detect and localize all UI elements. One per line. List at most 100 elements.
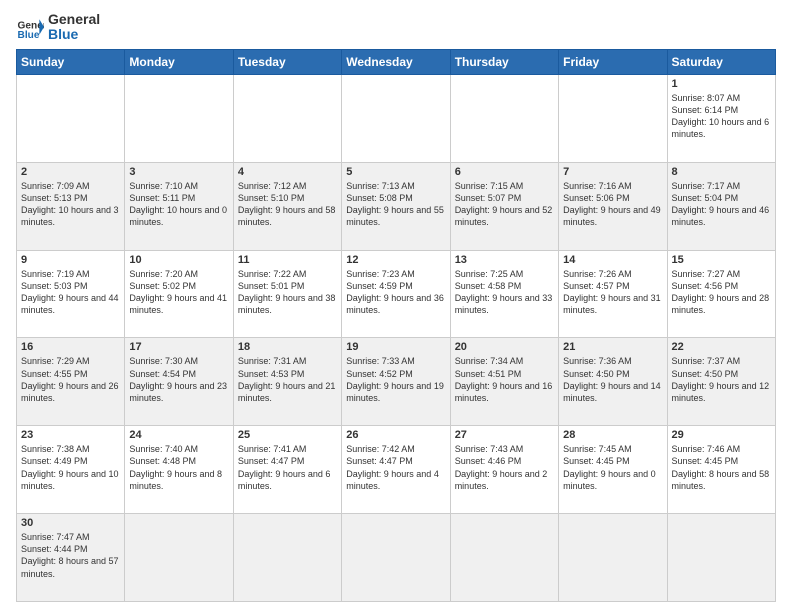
calendar-cell: 13 Sunrise: 7:25 AM Sunset: 4:58 PM Dayli… xyxy=(450,250,558,338)
calendar-week-3: 9 Sunrise: 7:19 AM Sunset: 5:03 PM Daylig… xyxy=(17,250,776,338)
calendar-cell: 15 Sunrise: 7:27 AM Sunset: 4:56 PM Dayli… xyxy=(667,250,775,338)
calendar-table: SundayMondayTuesdayWednesdayThursdayFrid… xyxy=(16,49,776,602)
day-number: 15 xyxy=(672,254,771,266)
logo: General Blue General Blue xyxy=(16,12,100,43)
weekday-header-row: SundayMondayTuesdayWednesdayThursdayFrid… xyxy=(17,49,776,74)
calendar-cell xyxy=(125,514,233,602)
day-number: 24 xyxy=(129,429,228,441)
calendar-cell: 7Sunrise: 7:16 AM Sunset: 5:06 PM Daylig… xyxy=(559,162,667,250)
calendar-cell: 18Sunrise: 7:31 AM Sunset: 4:53 PM Dayli… xyxy=(233,338,341,426)
calendar-cell xyxy=(17,74,125,162)
day-info: Sunrise: 7:29 AM Sunset: 4:55 PM Dayligh… xyxy=(21,355,120,404)
day-info: Sunrise: 8:07 AM Sunset: 6:14 PM Dayligh… xyxy=(672,92,771,141)
calendar-cell: 25Sunrise: 7:41 AM Sunset: 4:47 PM Dayli… xyxy=(233,426,341,514)
day-info: Sunrise: 7:36 AM Sunset: 4:50 PM Dayligh… xyxy=(563,355,662,404)
day-info: Sunrise: 7:38 AM Sunset: 4:49 PM Dayligh… xyxy=(21,443,120,492)
calendar-cell xyxy=(342,74,450,162)
day-info: Sunrise: 7:19 AM Sunset: 5:03 PM Dayligh… xyxy=(21,268,120,317)
day-number: 27 xyxy=(455,429,554,441)
day-info: Sunrise: 7:25 AM Sunset: 4:58 PM Dayligh… xyxy=(455,268,554,317)
weekday-header-friday: Friday xyxy=(559,49,667,74)
calendar-week-4: 16 Sunrise: 7:29 AM Sunset: 4:55 PM Dayli… xyxy=(17,338,776,426)
calendar-cell: 10Sunrise: 7:20 AM Sunset: 5:02 PM Dayli… xyxy=(125,250,233,338)
day-info: Sunrise: 7:41 AM Sunset: 4:47 PM Dayligh… xyxy=(238,443,337,492)
day-number: 3 xyxy=(129,166,228,178)
calendar-cell: 27 Sunrise: 7:43 AM Sunset: 4:46 PM Dayli… xyxy=(450,426,558,514)
day-number: 17 xyxy=(129,341,228,353)
day-info: Sunrise: 7:42 AM Sunset: 4:47 PM Dayligh… xyxy=(346,443,445,492)
day-info: Sunrise: 7:40 AM Sunset: 4:48 PM Dayligh… xyxy=(129,443,228,492)
day-number: 10 xyxy=(129,254,228,266)
day-number: 30 xyxy=(21,517,120,529)
day-number: 5 xyxy=(346,166,445,178)
day-number: 2 xyxy=(21,166,120,178)
calendar-cell: 3 Sunrise: 7:10 AM Sunset: 5:11 PM Daylig… xyxy=(125,162,233,250)
calendar-cell: 29 Sunrise: 7:46 AM Sunset: 4:45 PM Dayli… xyxy=(667,426,775,514)
day-info: Sunrise: 7:16 AM Sunset: 5:06 PM Dayligh… xyxy=(563,180,662,229)
day-number: 14 xyxy=(563,254,662,266)
calendar-cell: 12 Sunrise: 7:23 AM Sunset: 4:59 PM Dayli… xyxy=(342,250,450,338)
day-number: 8 xyxy=(672,166,771,178)
day-number: 4 xyxy=(238,166,337,178)
day-info: Sunrise: 7:27 AM Sunset: 4:56 PM Dayligh… xyxy=(672,268,771,317)
calendar-cell: 19 Sunrise: 7:33 AM Sunset: 4:52 PM Dayli… xyxy=(342,338,450,426)
calendar-cell xyxy=(233,74,341,162)
calendar-cell: 2 Sunrise: 7:09 AM Sunset: 5:13 PM Daylig… xyxy=(17,162,125,250)
calendar-cell: 22Sunrise: 7:37 AM Sunset: 4:50 PM Dayli… xyxy=(667,338,775,426)
day-number: 13 xyxy=(455,254,554,266)
day-info: Sunrise: 7:46 AM Sunset: 4:45 PM Dayligh… xyxy=(672,443,771,492)
calendar-cell xyxy=(125,74,233,162)
day-number: 23 xyxy=(21,429,120,441)
day-number: 9 xyxy=(21,254,120,266)
day-number: 16 xyxy=(21,341,120,353)
calendar-cell: 6 Sunrise: 7:15 AM Sunset: 5:07 PM Daylig… xyxy=(450,162,558,250)
day-info: Sunrise: 7:33 AM Sunset: 4:52 PM Dayligh… xyxy=(346,355,445,404)
day-info: Sunrise: 7:45 AM Sunset: 4:45 PM Dayligh… xyxy=(563,443,662,492)
weekday-header-sunday: Sunday xyxy=(17,49,125,74)
day-number: 18 xyxy=(238,341,337,353)
day-number: 20 xyxy=(455,341,554,353)
calendar-cell xyxy=(450,74,558,162)
day-number: 29 xyxy=(672,429,771,441)
calendar-week-2: 2 Sunrise: 7:09 AM Sunset: 5:13 PM Daylig… xyxy=(17,162,776,250)
calendar-cell xyxy=(667,514,775,602)
day-number: 19 xyxy=(346,341,445,353)
calendar-cell: 16 Sunrise: 7:29 AM Sunset: 4:55 PM Dayli… xyxy=(17,338,125,426)
day-info: Sunrise: 7:12 AM Sunset: 5:10 PM Dayligh… xyxy=(238,180,337,229)
day-number: 12 xyxy=(346,254,445,266)
weekday-header-wednesday: Wednesday xyxy=(342,49,450,74)
day-number: 21 xyxy=(563,341,662,353)
svg-text:Blue: Blue xyxy=(18,30,40,41)
day-info: Sunrise: 7:34 AM Sunset: 4:51 PM Dayligh… xyxy=(455,355,554,404)
calendar-cell: 4 Sunrise: 7:12 AM Sunset: 5:10 PM Daylig… xyxy=(233,162,341,250)
logo-general: General xyxy=(48,12,100,27)
day-info: Sunrise: 7:10 AM Sunset: 5:11 PM Dayligh… xyxy=(129,180,228,229)
day-info: Sunrise: 7:22 AM Sunset: 5:01 PM Dayligh… xyxy=(238,268,337,317)
weekday-header-monday: Monday xyxy=(125,49,233,74)
calendar-cell: 8Sunrise: 7:17 AM Sunset: 5:04 PM Daylig… xyxy=(667,162,775,250)
calendar-cell: 28Sunrise: 7:45 AM Sunset: 4:45 PM Dayli… xyxy=(559,426,667,514)
calendar-week-6: 30 Sunrise: 7:47 AM Sunset: 4:44 PM Dayli… xyxy=(17,514,776,602)
weekday-header-saturday: Saturday xyxy=(667,49,775,74)
page-header: General Blue General Blue xyxy=(16,12,776,43)
day-number: 1 xyxy=(672,78,771,90)
day-info: Sunrise: 7:43 AM Sunset: 4:46 PM Dayligh… xyxy=(455,443,554,492)
calendar-cell: 23 Sunrise: 7:38 AM Sunset: 4:49 PM Dayli… xyxy=(17,426,125,514)
day-number: 6 xyxy=(455,166,554,178)
calendar-cell xyxy=(450,514,558,602)
calendar-cell: 17 Sunrise: 7:30 AM Sunset: 4:54 PM Dayli… xyxy=(125,338,233,426)
calendar-cell: 11 Sunrise: 7:22 AM Sunset: 5:01 PM Dayli… xyxy=(233,250,341,338)
day-info: Sunrise: 7:09 AM Sunset: 5:13 PM Dayligh… xyxy=(21,180,120,229)
day-info: Sunrise: 7:15 AM Sunset: 5:07 PM Dayligh… xyxy=(455,180,554,229)
calendar-cell: 9 Sunrise: 7:19 AM Sunset: 5:03 PM Daylig… xyxy=(17,250,125,338)
calendar-cell: 30 Sunrise: 7:47 AM Sunset: 4:44 PM Dayli… xyxy=(17,514,125,602)
day-info: Sunrise: 7:47 AM Sunset: 4:44 PM Dayligh… xyxy=(21,531,120,580)
calendar-cell: 21 Sunrise: 7:36 AM Sunset: 4:50 PM Dayli… xyxy=(559,338,667,426)
day-info: Sunrise: 7:30 AM Sunset: 4:54 PM Dayligh… xyxy=(129,355,228,404)
day-info: Sunrise: 7:37 AM Sunset: 4:50 PM Dayligh… xyxy=(672,355,771,404)
day-info: Sunrise: 7:23 AM Sunset: 4:59 PM Dayligh… xyxy=(346,268,445,317)
weekday-header-thursday: Thursday xyxy=(450,49,558,74)
day-number: 11 xyxy=(238,254,337,266)
calendar-week-1: 1 Sunrise: 8:07 AM Sunset: 6:14 PM Daylig… xyxy=(17,74,776,162)
day-info: Sunrise: 7:26 AM Sunset: 4:57 PM Dayligh… xyxy=(563,268,662,317)
